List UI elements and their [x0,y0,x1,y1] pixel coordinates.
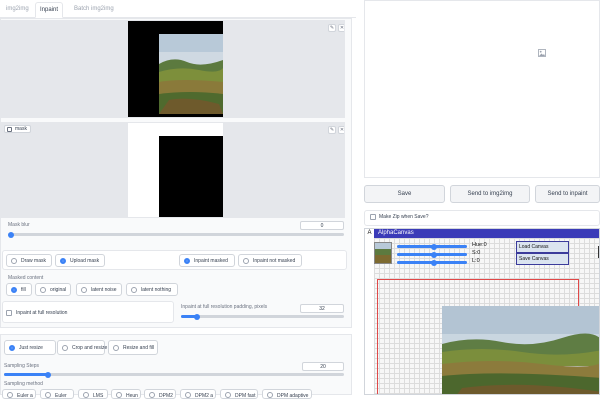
alpha-canvas-container: A AlphaCanvas Hue:0 S:0 L:0 Load Canvas … [364,228,600,395]
lightness-value: L:0 [472,258,480,264]
radio-label: Inpaint not masked [253,258,296,264]
sampling-steps-knob[interactable] [45,371,52,378]
radio-label: Heun [126,393,138,399]
radio-label: Draw mask [21,258,47,264]
mask-blur-input[interactable]: 0 [300,221,344,230]
make-zip-checkbox[interactable] [370,214,376,220]
lightness-slider[interactable] [397,259,467,266]
hue-value: Hue:0 [472,242,487,248]
init-image-box[interactable]: ✎ ✕ [1,20,345,118]
padding-input[interactable]: 32 [300,304,344,313]
radio-dpm2-a[interactable]: DPM2 a [180,389,216,399]
radio-latent-nothing[interactable]: latent nothing [126,283,178,296]
padding-label: Inpaint at full resolution padding, pixe… [181,304,268,310]
edit-icon[interactable]: ✎ [328,126,336,134]
radio-euler-a[interactable]: Euler a [2,389,36,399]
inpaint-full-res-checkbox[interactable] [6,310,12,316]
output-gallery [364,0,600,178]
tab-img2img[interactable]: img2img [2,2,33,18]
send-to-img2img-button[interactable]: Send to img2img [450,185,530,203]
padding-slider[interactable] [181,313,344,320]
radio-label: DPM fast [235,393,256,399]
sampling-steps-slider[interactable] [4,371,344,378]
tab-inpaint[interactable]: Inpaint [35,2,64,18]
canvas-landscape-image [442,306,599,394]
radio-label: Upload mask [70,258,100,264]
radio-label: DPM adaptive [277,393,309,399]
close-icon[interactable]: ✕ [338,126,344,134]
radio-fill[interactable]: fill [6,283,32,296]
saturation-value: S:0 [472,250,481,256]
image-placeholder-icon [538,49,546,57]
radio-lms[interactable]: LMS [78,389,108,399]
canvas-corner-label: A [367,230,372,236]
mask-image [128,123,223,217]
radio-label: Inpaint masked [194,258,228,264]
sampling-steps-label: Sampling Steps [4,363,40,369]
edit-icon[interactable]: ✎ [328,24,336,32]
radio-label: Resize and fill [123,345,155,351]
padding-knob[interactable] [194,313,201,320]
radio-euler[interactable]: Euler [40,389,74,399]
radio-label: fill [21,287,26,293]
radio-label: Crop and resize [72,345,108,351]
sampling-steps-fill [4,373,49,376]
radio-label: original [50,287,67,293]
radio-crop-and-resize[interactable]: Crop and resize [57,340,108,355]
radio-label: latent nothing [141,287,172,293]
radio-label: DPM2 a [195,393,214,399]
radio-label: LMS [93,393,104,399]
mask-icon [7,127,12,132]
radio-upload-mask[interactable]: Upload mask [55,254,105,267]
tab-bar: img2img Inpaint Batch img2img [0,0,356,18]
landscape-image [159,34,223,114]
radio-heun[interactable]: Heun [111,389,141,399]
make-zip-label: Make Zip when Save? [379,214,429,220]
save-canvas-button[interactable]: Save Canvas [516,253,569,265]
alpha-canvas-titlebar: AlphaCanvas [374,229,599,238]
save-button[interactable]: Save [364,185,445,203]
sampling-steps-input[interactable]: 20 [302,362,344,371]
canvas-thumbnail [374,242,392,264]
radio-dpm-fast[interactable]: DPM fast [220,389,258,399]
mask-blur-slider[interactable] [8,231,344,238]
mask-image-box[interactable]: mask ✎ ✕ [1,122,345,218]
radio-label: Just resize [19,345,43,351]
radio-dpm2[interactable]: DPM2 [144,389,176,399]
tab-batch-img2img[interactable]: Batch img2img [70,2,118,18]
inpaint-full-res-label: Inpaint at full resolution [16,310,68,316]
radio-inpaint-masked[interactable]: Inpaint masked [179,254,235,267]
mask-label-badge: mask [4,125,31,133]
radio-dpm-adaptive[interactable]: DPM adaptive [262,389,312,399]
mask-blur-label: Mask blur [8,222,30,228]
radio-latent-noise[interactable]: latent noise [76,283,122,296]
radio-inpaint-not-masked[interactable]: Inpaint not masked [238,254,302,267]
saturation-slider[interactable] [397,251,467,258]
load-canvas-button[interactable]: Load Canvas [516,241,569,253]
radio-label: Euler a [17,393,33,399]
radio-resize-and-fill[interactable]: Resize and fill [108,340,158,355]
radio-original[interactable]: original [35,283,71,296]
close-icon[interactable]: ✕ [338,24,344,32]
sampling-method-label: Sampling method [4,381,43,387]
send-to-inpaint-button[interactable]: Send to inpaint [535,185,600,203]
radio-label: Euler [55,393,67,399]
mask-label: mask [15,126,27,132]
radio-just-resize[interactable]: Just resize [4,340,56,355]
radio-label: latent noise [91,287,117,293]
hue-slider[interactable] [397,243,467,250]
init-image [128,21,223,117]
radio-label: DPM2 [159,393,173,399]
radio-draw-mask[interactable]: Draw mask [6,254,52,267]
mask-shape [159,136,223,217]
masked-content-label: Masked content [8,275,44,281]
mask-blur-knob[interactable] [8,231,14,238]
